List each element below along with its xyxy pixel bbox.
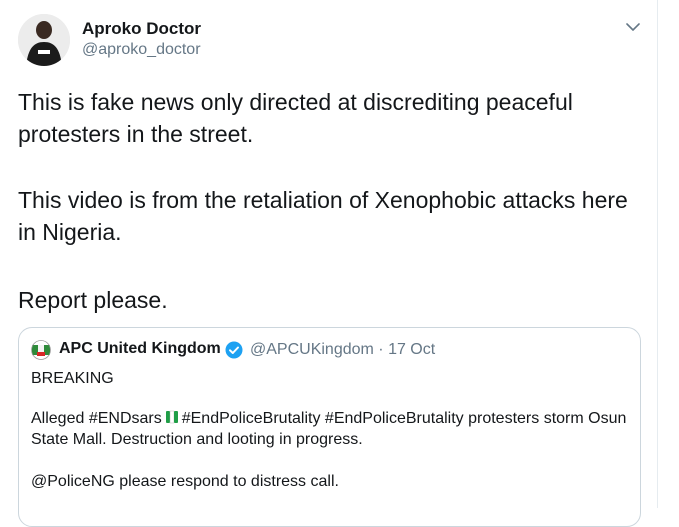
tweet-card: Aproko Doctor @aproko_doctor This is fak… xyxy=(0,0,657,527)
author-avatar[interactable] xyxy=(18,14,70,66)
tweet-text-paragraph: This is fake news only directed at discr… xyxy=(18,89,573,147)
raised-fist-flag-icon xyxy=(165,409,179,425)
chevron-down-icon[interactable] xyxy=(624,20,642,34)
verified-badge-icon xyxy=(225,341,243,359)
tweet-text-paragraph: Report please. xyxy=(18,287,168,313)
tweet-text-paragraph: This video is from the retaliation of Xe… xyxy=(18,187,628,245)
author-handle[interactable]: @aproko_doctor xyxy=(82,41,201,59)
quoted-tweet-text: Alleged #ENDsars #EndPoliceBrutality #End… xyxy=(31,408,631,450)
quoted-tweet-text: @PoliceNG please respond to distress cal… xyxy=(31,473,339,490)
quoted-author-display-name[interactable]: APC United Kingdom xyxy=(59,340,221,358)
quoted-tweet-text-part: Alleged #ENDsars xyxy=(31,410,162,427)
quoted-author-handle-date[interactable]: @APCUKingdom · 17 Oct xyxy=(250,341,435,359)
quoted-tweet[interactable]: APC United Kingdom @APCUKingdom · 17 Oct… xyxy=(18,327,641,527)
author-display-name[interactable]: Aproko Doctor xyxy=(82,19,201,39)
quoted-tweet-text: BREAKING xyxy=(31,370,114,387)
quoted-author-avatar[interactable] xyxy=(31,340,51,360)
card-divider xyxy=(657,0,658,508)
